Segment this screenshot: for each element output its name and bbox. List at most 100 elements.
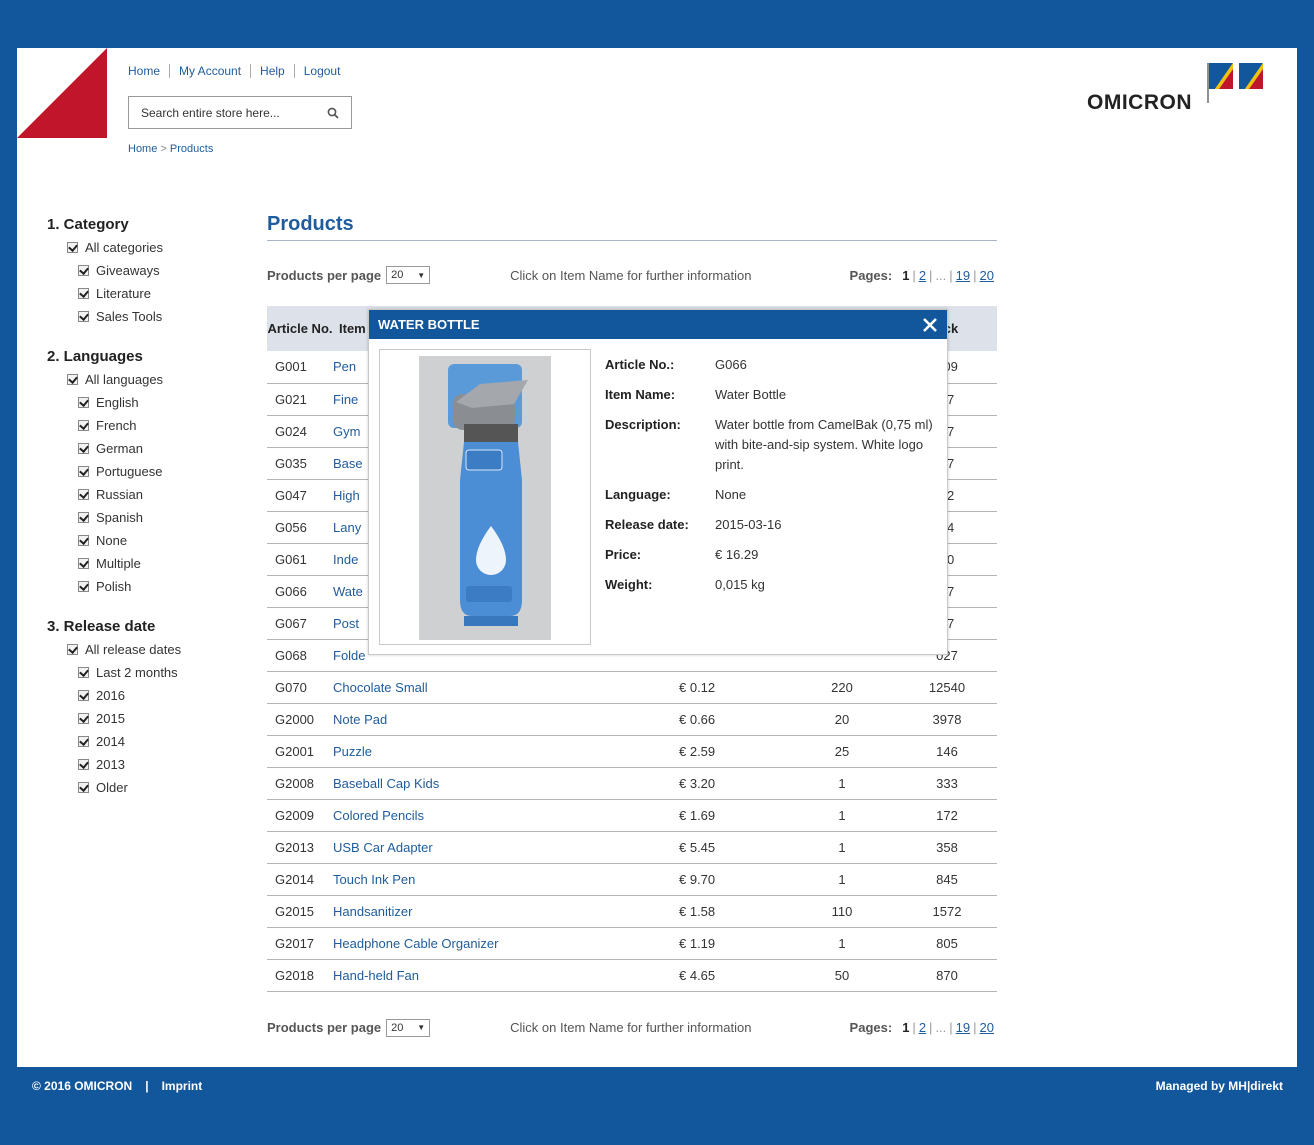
filter-all-languages[interactable]: All languages: [47, 368, 247, 391]
chevron-down-icon: ▼: [417, 270, 426, 280]
checkbox-icon[interactable]: [78, 420, 89, 431]
page-link-19[interactable]: 19: [956, 268, 970, 283]
filter-none[interactable]: None: [47, 529, 247, 552]
item-name-link[interactable]: Colored Pencils: [333, 808, 424, 823]
checkbox-icon[interactable]: [78, 759, 89, 770]
checkbox-icon[interactable]: [78, 311, 89, 322]
quantity-cell: 1: [787, 799, 897, 832]
page-link-20[interactable]: 20: [980, 1020, 994, 1035]
article-no-cell: G061: [267, 543, 333, 576]
item-name-link[interactable]: Folde: [333, 648, 366, 663]
article-no-cell: G056: [267, 511, 333, 544]
item-name-link[interactable]: Baseball Cap Kids: [333, 776, 439, 791]
search-input[interactable]: Search entire store here...: [128, 96, 352, 129]
quantity-cell: 25: [787, 735, 897, 768]
filter-2016[interactable]: 2016: [47, 684, 247, 707]
item-name-link[interactable]: Inde: [333, 552, 358, 567]
table-row: G2013 USB Car Adapter € 5.45 1 358: [267, 831, 997, 864]
table-row: G2017 Headphone Cable Organizer € 1.19 1 805: [267, 927, 997, 960]
item-name-link[interactable]: Chocolate Small: [333, 680, 428, 695]
filter-giveaways[interactable]: Giveaways: [47, 259, 247, 282]
per-page-select[interactable]: 20 ▼: [386, 1018, 431, 1037]
article-no-cell: G067: [267, 607, 333, 640]
nav-my-account-link[interactable]: My Account: [169, 64, 250, 78]
filter-spanish[interactable]: Spanish: [47, 506, 247, 529]
item-name-link[interactable]: Base: [333, 456, 363, 471]
item-name-link[interactable]: Pen: [333, 359, 356, 374]
managed-by-text[interactable]: Managed by MH|direkt: [1156, 1079, 1283, 1093]
filter-literature[interactable]: Literature: [47, 282, 247, 305]
filter-english[interactable]: English: [47, 391, 247, 414]
filter-all-release-dates[interactable]: All release dates: [47, 638, 247, 661]
filter-label: 2016: [96, 688, 125, 703]
checkbox-icon[interactable]: [78, 736, 89, 747]
item-name-link[interactable]: Post: [333, 616, 359, 631]
item-name-link[interactable]: Gym: [333, 424, 360, 439]
filter-french[interactable]: French: [47, 414, 247, 437]
page-link-2[interactable]: 2: [919, 1020, 926, 1035]
filter-multiple[interactable]: Multiple: [47, 552, 247, 575]
article-no-cell: G035: [267, 447, 333, 480]
detail-article-no: Article No.: G066: [605, 355, 935, 375]
item-name-link[interactable]: Hand-held Fan: [333, 968, 419, 983]
detail-value: 0,015 kg: [715, 577, 765, 592]
item-name-link[interactable]: Puzzle: [333, 744, 372, 759]
filter-all-categories[interactable]: All categories: [47, 236, 247, 259]
filter-older[interactable]: Older: [47, 776, 247, 799]
breadcrumb-current[interactable]: Products: [170, 143, 213, 155]
filter-sales-tools[interactable]: Sales Tools: [47, 305, 247, 328]
price-cell: € 9.70: [679, 863, 787, 896]
item-name-link[interactable]: Fine: [333, 392, 358, 407]
checkbox-icon[interactable]: [78, 466, 89, 477]
item-name-link[interactable]: Handsanitizer: [333, 904, 413, 919]
page-link-20[interactable]: 20: [980, 268, 994, 283]
checkbox-icon[interactable]: [78, 512, 89, 523]
filter-2015[interactable]: 2015: [47, 707, 247, 730]
checkbox-icon[interactable]: [78, 782, 89, 793]
item-name-link[interactable]: Note Pad: [333, 712, 387, 727]
item-name-link[interactable]: Lany: [333, 520, 361, 535]
price-cell: € 1.69: [679, 799, 787, 832]
filter-german[interactable]: German: [47, 437, 247, 460]
nav-logout-link[interactable]: Logout: [293, 64, 350, 78]
imprint-link[interactable]: Imprint: [162, 1079, 203, 1093]
item-name-link[interactable]: Touch Ink Pen: [333, 872, 415, 887]
checkbox-icon[interactable]: [78, 443, 89, 454]
checkbox-icon[interactable]: [78, 489, 89, 500]
checkbox-icon[interactable]: [78, 397, 89, 408]
page-link-19[interactable]: 19: [956, 1020, 970, 1035]
nav-help-link[interactable]: Help: [250, 64, 294, 78]
quantity-cell: 20: [787, 703, 897, 736]
checkbox-icon[interactable]: [78, 667, 89, 678]
filter-label: Older: [96, 780, 128, 795]
filter-2013[interactable]: 2013: [47, 753, 247, 776]
nav-home-link[interactable]: Home: [128, 64, 169, 78]
table-row: G2014 Touch Ink Pen € 9.70 1 845: [267, 863, 997, 896]
filter-russian[interactable]: Russian: [47, 483, 247, 506]
item-name-link[interactable]: Headphone Cable Organizer: [333, 936, 499, 951]
checkbox-icon[interactable]: [78, 581, 89, 592]
price-cell: € 3.20: [679, 767, 787, 800]
filter-2014[interactable]: 2014: [47, 730, 247, 753]
breadcrumb-home[interactable]: Home: [128, 143, 157, 155]
checkbox-icon[interactable]: [78, 690, 89, 701]
checkbox-icon[interactable]: [78, 288, 89, 299]
checkbox-icon[interactable]: [78, 535, 89, 546]
filter-last-2-months[interactable]: Last 2 months: [47, 661, 247, 684]
item-name-link[interactable]: Wate: [333, 584, 363, 599]
checkbox-icon[interactable]: [78, 265, 89, 276]
item-name-link[interactable]: High: [333, 488, 360, 503]
checkbox-icon[interactable]: [67, 242, 78, 253]
page-link-2[interactable]: 2: [919, 268, 926, 283]
close-icon[interactable]: [922, 317, 938, 333]
omicron-logo[interactable]: OMICRON: [1087, 63, 1267, 115]
checkbox-icon[interactable]: [67, 644, 78, 655]
filter-portuguese[interactable]: Portuguese: [47, 460, 247, 483]
item-name-link[interactable]: USB Car Adapter: [333, 840, 433, 855]
search-icon[interactable]: [327, 107, 339, 119]
filter-polish[interactable]: Polish: [47, 575, 247, 598]
checkbox-icon[interactable]: [67, 374, 78, 385]
checkbox-icon[interactable]: [78, 558, 89, 569]
per-page-select[interactable]: 20 ▼: [386, 266, 431, 284]
checkbox-icon[interactable]: [78, 713, 89, 724]
